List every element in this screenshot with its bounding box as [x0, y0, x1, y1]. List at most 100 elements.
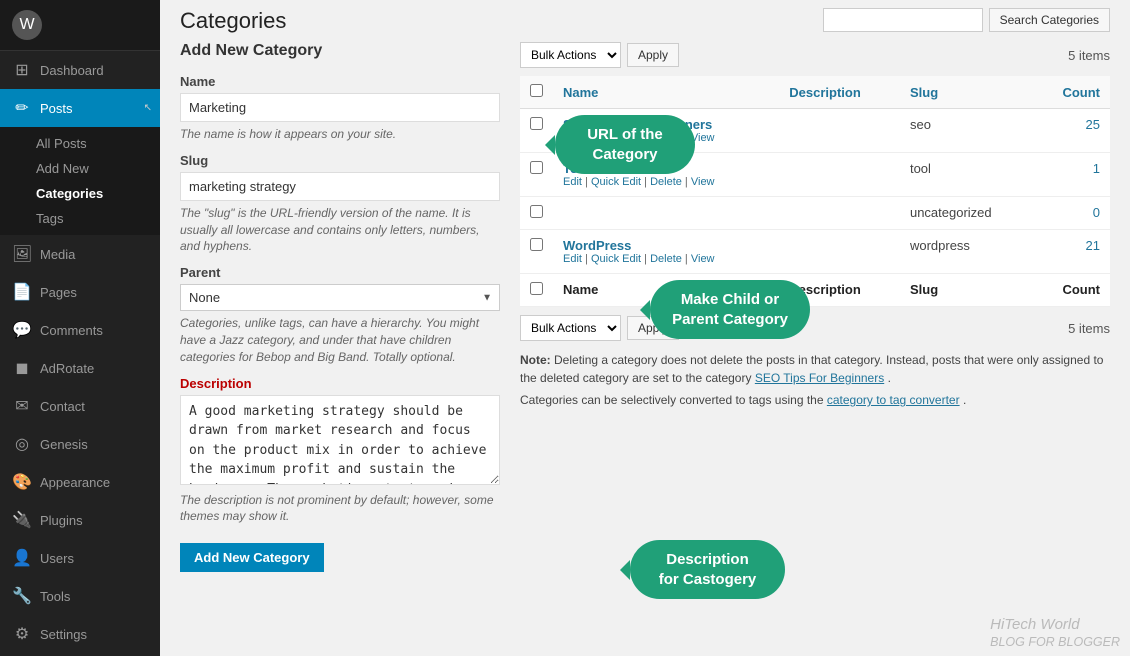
- bulk-actions-select-bottom[interactable]: Bulk Actions: [520, 315, 621, 341]
- col-header-count[interactable]: Count: [1034, 76, 1110, 109]
- sidebar-item-label: Pages: [40, 285, 77, 300]
- dashboard-icon: ⊞: [12, 60, 32, 80]
- comments-icon: 💬: [12, 320, 32, 340]
- search-bar: Search Categories: [823, 8, 1110, 32]
- parent-field-group: Parent None Categories, unlike tags, can…: [180, 265, 500, 365]
- parent-select[interactable]: None: [180, 284, 500, 311]
- sidebar-item-posts[interactable]: ✏ Posts ↖: [0, 89, 160, 127]
- slug-field-group: Slug The "slug" is the URL-friendly vers…: [180, 153, 500, 255]
- view-link[interactable]: View: [691, 132, 715, 144]
- category-slug: wordpress: [900, 230, 1034, 274]
- sidebar-item-genesis[interactable]: ◎ Genesis: [0, 425, 160, 463]
- form-title: Add New Category: [180, 42, 500, 60]
- category-count: 25: [1034, 109, 1110, 153]
- view-link[interactable]: View: [691, 253, 715, 265]
- col-header-desc-footer: Description: [779, 274, 900, 307]
- name-field-group: Name The name is how it appears on your …: [180, 74, 500, 143]
- edit-link[interactable]: Edit: [563, 132, 582, 144]
- plugins-icon: 🔌: [12, 510, 32, 530]
- col-header-slug[interactable]: Slug: [900, 76, 1034, 109]
- description-field-group: Description A good marketing strategy sh…: [180, 376, 500, 526]
- description-hint: The description is not prominent by defa…: [180, 492, 500, 526]
- sidebar-item-media[interactable]: 🖼 Media: [0, 235, 160, 273]
- category-link[interactable]: Tool: [563, 161, 589, 176]
- content-area: Add New Category Name The name is how it…: [160, 42, 1130, 656]
- contact-icon: ✉: [12, 396, 32, 416]
- page-title: Categories: [180, 8, 286, 34]
- name-input[interactable]: [180, 93, 500, 122]
- quick-edit-link[interactable]: Quick Edit: [591, 176, 641, 188]
- apply-button-top[interactable]: Apply: [627, 43, 679, 67]
- view-link[interactable]: View: [691, 176, 715, 188]
- table-panel: Bulk Actions Apply 5 items Name Descript…: [520, 42, 1110, 636]
- sidebar-item-pages[interactable]: 📄 Pages: [0, 273, 160, 311]
- sidebar-item-adrotate[interactable]: ◼ AdRotate: [0, 349, 160, 387]
- row-checkbox[interactable]: [530, 238, 543, 251]
- sidebar-item-label: Posts: [40, 101, 73, 116]
- sidebar-item-label: Appearance: [40, 475, 110, 490]
- search-input[interactable]: [823, 8, 983, 32]
- col-header-description[interactable]: Description: [779, 76, 900, 109]
- adrotate-icon: ◼: [12, 358, 32, 378]
- edit-link[interactable]: Edit: [563, 176, 582, 188]
- sidebar-item-label: Comments: [40, 323, 103, 338]
- delete-link[interactable]: Delete: [650, 132, 682, 144]
- row-checkbox[interactable]: [530, 282, 543, 295]
- sidebar-item-users[interactable]: 👤 Users: [0, 539, 160, 577]
- table-row: WordPress Edit | Quick Edit | Delete | V…: [520, 230, 1110, 274]
- note-link2[interactable]: category to tag converter: [827, 393, 960, 407]
- add-new-category-button[interactable]: Add New Category: [180, 543, 324, 572]
- category-description: [779, 197, 900, 230]
- quick-edit-link[interactable]: Quick Edit: [591, 132, 641, 144]
- sidebar-item-comments[interactable]: 💬 Comments: [0, 311, 160, 349]
- row-checkbox[interactable]: [530, 205, 543, 218]
- pages-icon: 📄: [12, 282, 32, 302]
- col-header-name[interactable]: Name: [553, 76, 779, 109]
- sidebar-item-label: Tools: [40, 589, 70, 604]
- category-count: 0: [1034, 197, 1110, 230]
- main-content: Categories Search Categories Add New Cat…: [160, 0, 1130, 656]
- row-checkbox[interactable]: [530, 161, 543, 174]
- tools-icon: 🔧: [12, 586, 32, 606]
- category-description: [779, 109, 900, 153]
- quick-edit-link[interactable]: Quick Edit: [591, 253, 641, 265]
- row-actions: Edit | Quick Edit | Delete | View: [563, 132, 769, 144]
- table-row: Name Description Slug Count: [520, 274, 1110, 307]
- sidebar-item-contact[interactable]: ✉ Contact: [0, 387, 160, 425]
- category-slug: seo: [900, 109, 1034, 153]
- description-textarea[interactable]: A good marketing strategy should be draw…: [180, 395, 500, 485]
- sidebar-item-appearance[interactable]: 🎨 Appearance: [0, 463, 160, 501]
- parent-select-wrap: None: [180, 284, 500, 311]
- posts-submenu: All Posts Add New Categories Tags: [0, 127, 160, 235]
- select-all-checkbox[interactable]: [530, 84, 543, 97]
- category-link[interactable]: SEO Tips For Beginners: [563, 117, 712, 132]
- search-categories-button[interactable]: Search Categories: [989, 8, 1110, 32]
- row-checkbox[interactable]: [530, 117, 543, 130]
- note-link1[interactable]: SEO Tips For Beginners: [755, 371, 884, 385]
- sidebar-item-categories[interactable]: Categories: [0, 181, 160, 206]
- sidebar-item-label: Settings: [40, 627, 87, 642]
- sidebar-item-label: Media: [40, 247, 75, 262]
- slug-input[interactable]: [180, 172, 500, 201]
- sidebar-item-dashboard[interactable]: ⊞ Dashboard: [0, 51, 160, 89]
- sidebar-item-tags[interactable]: Tags: [0, 206, 160, 231]
- cursor-icon: ↖: [144, 103, 152, 114]
- sidebar-item-plugins[interactable]: 🔌 Plugins: [0, 501, 160, 539]
- slug-hint: The "slug" is the URL-friendly version o…: [180, 205, 500, 255]
- row-actions: Edit | Quick Edit | Delete | View: [563, 176, 769, 188]
- apply-button-bottom[interactable]: Apply: [627, 316, 679, 340]
- bulk-actions-select-top[interactable]: Bulk Actions: [520, 42, 621, 68]
- delete-link[interactable]: Delete: [650, 253, 682, 265]
- category-description: [779, 153, 900, 197]
- sidebar-item-tools[interactable]: 🔧 Tools: [0, 577, 160, 615]
- col-header-count-footer: Count: [1034, 274, 1110, 307]
- categories-table: Name Description Slug Count SEO Tips For…: [520, 76, 1110, 307]
- sidebar-item-add-new[interactable]: Add New: [0, 156, 160, 181]
- delete-link[interactable]: Delete: [650, 176, 682, 188]
- category-link[interactable]: WordPress: [563, 238, 631, 253]
- sidebar-item-all-posts[interactable]: All Posts: [0, 131, 160, 156]
- appearance-icon: 🎨: [12, 472, 32, 492]
- edit-link[interactable]: Edit: [563, 253, 582, 265]
- sidebar-item-settings[interactable]: ⚙ Settings: [0, 615, 160, 653]
- sidebar-item-label: AdRotate: [40, 361, 94, 376]
